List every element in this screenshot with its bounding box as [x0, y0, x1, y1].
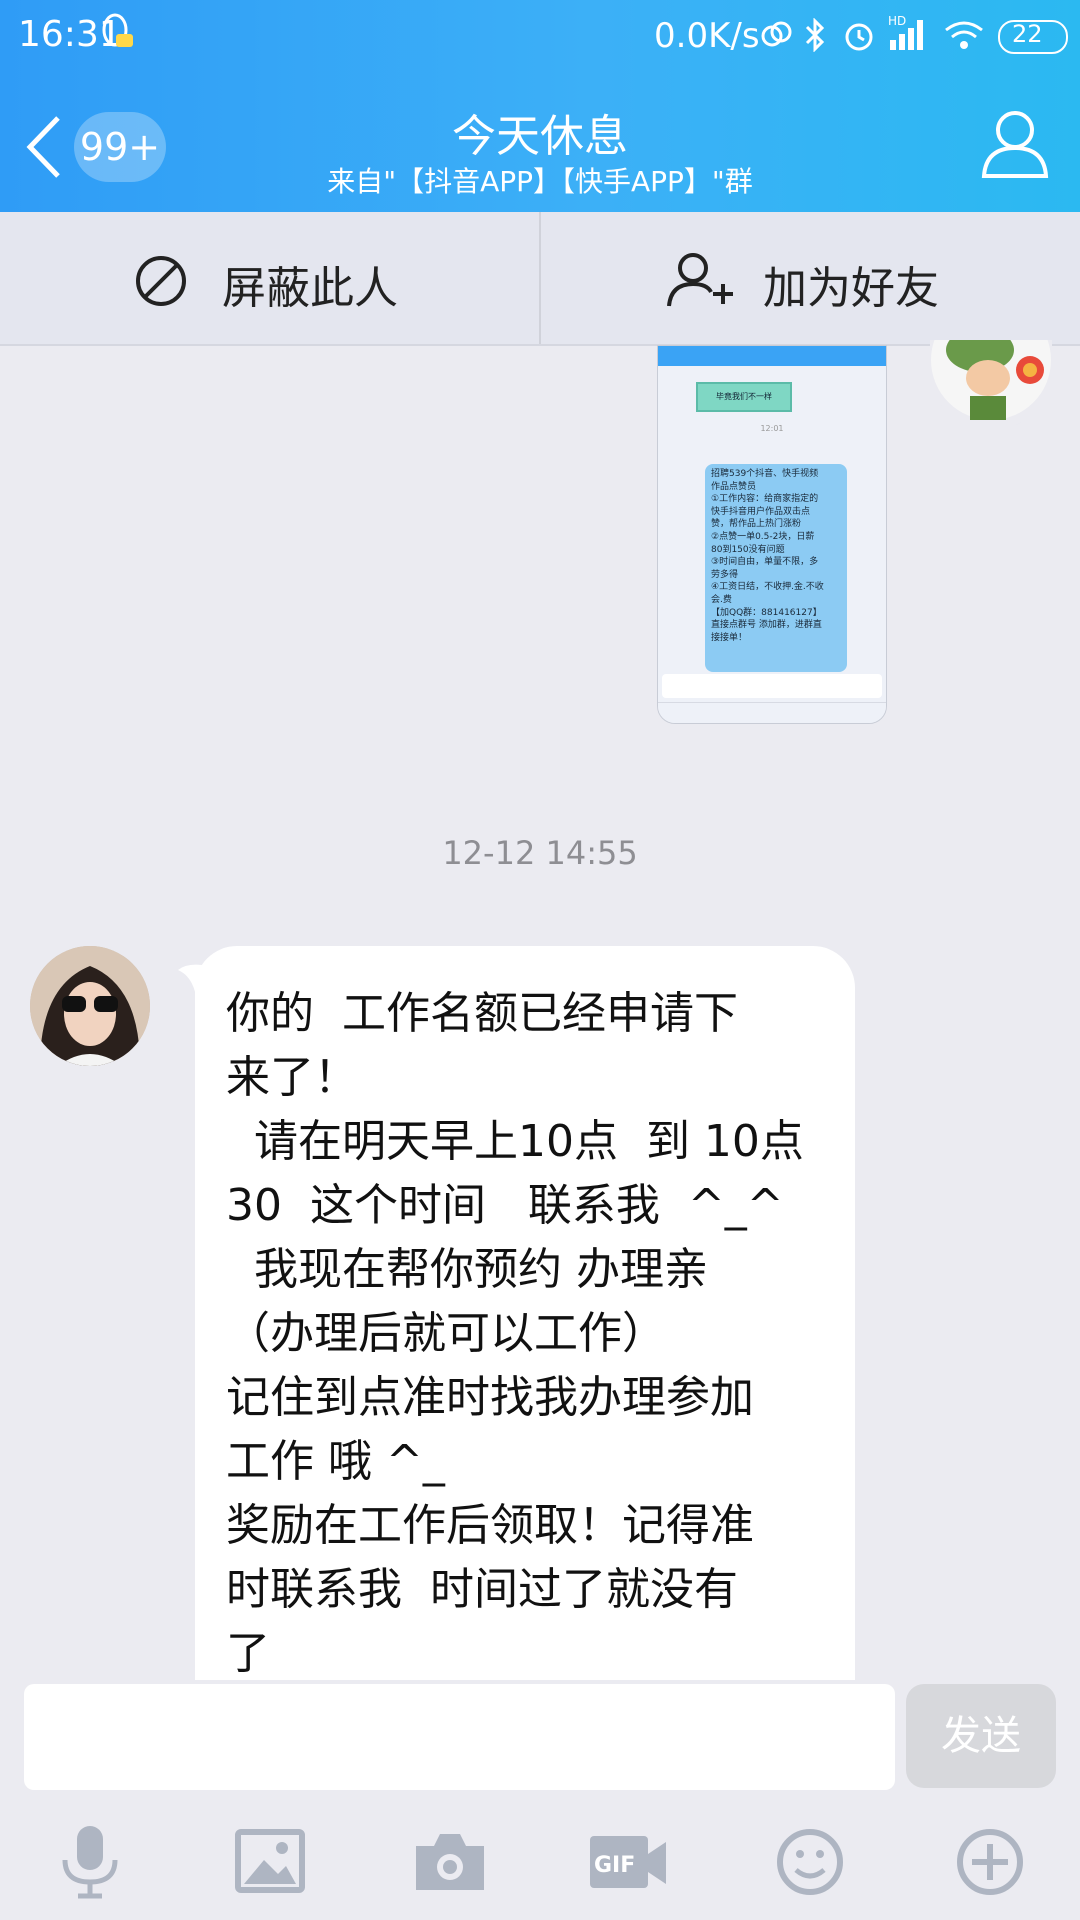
- sender-photo-image: [30, 946, 150, 1066]
- screenshot-header: [658, 346, 886, 366]
- add-friend-button[interactable]: 加为好友: [541, 212, 1080, 344]
- emoji-icon[interactable]: [770, 1822, 850, 1902]
- screenshot-line: 直接点群号 添加群，进群直: [711, 620, 822, 631]
- add-friend-icon: [667, 253, 733, 307]
- hd-label: HD: [888, 14, 906, 28]
- screenshot-line: ①工作内容：给商家指定的: [711, 494, 819, 505]
- wifi-icon: [945, 21, 983, 49]
- screenshot-line: 赞，帮作品上热门涨粉: [711, 519, 802, 530]
- sync-icon: [761, 21, 792, 47]
- sender-avatar[interactable]: [30, 946, 150, 1066]
- battery-level: 22: [1012, 20, 1043, 48]
- screenshot-bubble-1: 毕竟我们不一样: [696, 382, 792, 412]
- microphone-icon[interactable]: [50, 1822, 130, 1902]
- screenshot-bubble-2: 招聘539个抖音、快手视频 作品点赞员 ①工作内容：给商家指定的 快手抖音用户作…: [705, 464, 847, 672]
- cartoon-avatar-image: [931, 340, 1051, 420]
- group-source: 来自"【抖音APP】【快手APP】"群: [327, 165, 753, 198]
- image-icon[interactable]: [230, 1822, 310, 1902]
- chat-timestamp: 12-12 14:55: [442, 834, 638, 872]
- block-user-label: 屏蔽此人: [222, 263, 398, 314]
- camera-icon[interactable]: [410, 1822, 490, 1902]
- shared-screenshot-image[interactable]: 毕竟我们不一样 12:01 招聘539个抖音、快手视频 作品点赞员 ①工作内容：…: [657, 345, 887, 724]
- screenshot-toolbar: [658, 702, 886, 723]
- bluetooth-icon: [805, 18, 825, 52]
- gif-label: GIF: [594, 1853, 635, 1878]
- block-user-button[interactable]: 屏蔽此人: [0, 212, 539, 344]
- message-text: 你的 工作名额已经申请下 来了！ 请在明天早上10点 到 10点 30 这个时间…: [226, 988, 804, 1679]
- screenshot-line: ②点赞一单0.5-2块，日薪: [711, 531, 815, 542]
- screenshot-line: 作品点赞员: [711, 481, 757, 492]
- plus-icon[interactable]: [950, 1822, 1030, 1902]
- screenshot-line: ④工资日结，不收押.金.不收: [711, 582, 824, 593]
- screenshot-time: 12:01: [760, 424, 784, 433]
- add-friend-label: 加为好友: [763, 263, 939, 314]
- page-title: 今天休息: [452, 111, 628, 162]
- screenshot-line: 劳多得: [711, 569, 739, 580]
- screenshot-line: 快手抖音用户作品双击点: [711, 506, 811, 517]
- gif-icon[interactable]: GIF: [586, 1822, 666, 1902]
- alarm-icon: [845, 23, 873, 51]
- status-net-speed: 0.0K/s: [654, 16, 760, 56]
- signal-icon: HD: [888, 14, 923, 50]
- screenshot-line: 会.费: [711, 594, 732, 605]
- block-icon: [136, 256, 186, 306]
- profile-icon[interactable]: [980, 108, 1050, 180]
- screenshot-line: 招聘539个抖音、快手视频: [711, 469, 819, 479]
- screenshot-line: 80到150没有问题: [711, 544, 785, 555]
- screenshot-line: 【加QQ群：881416127】: [711, 607, 822, 618]
- my-avatar[interactable]: [930, 340, 1052, 430]
- send-button[interactable]: 发送: [906, 1684, 1056, 1788]
- screenshot-input: [662, 674, 882, 698]
- message-input[interactable]: [24, 1684, 895, 1790]
- screenshot-line: 接接单！: [711, 632, 748, 643]
- qq-notify-icon: [102, 13, 133, 47]
- screenshot-line: ③时间自由，单量不限，多: [711, 557, 819, 568]
- battery-icon: 22: [998, 20, 1068, 54]
